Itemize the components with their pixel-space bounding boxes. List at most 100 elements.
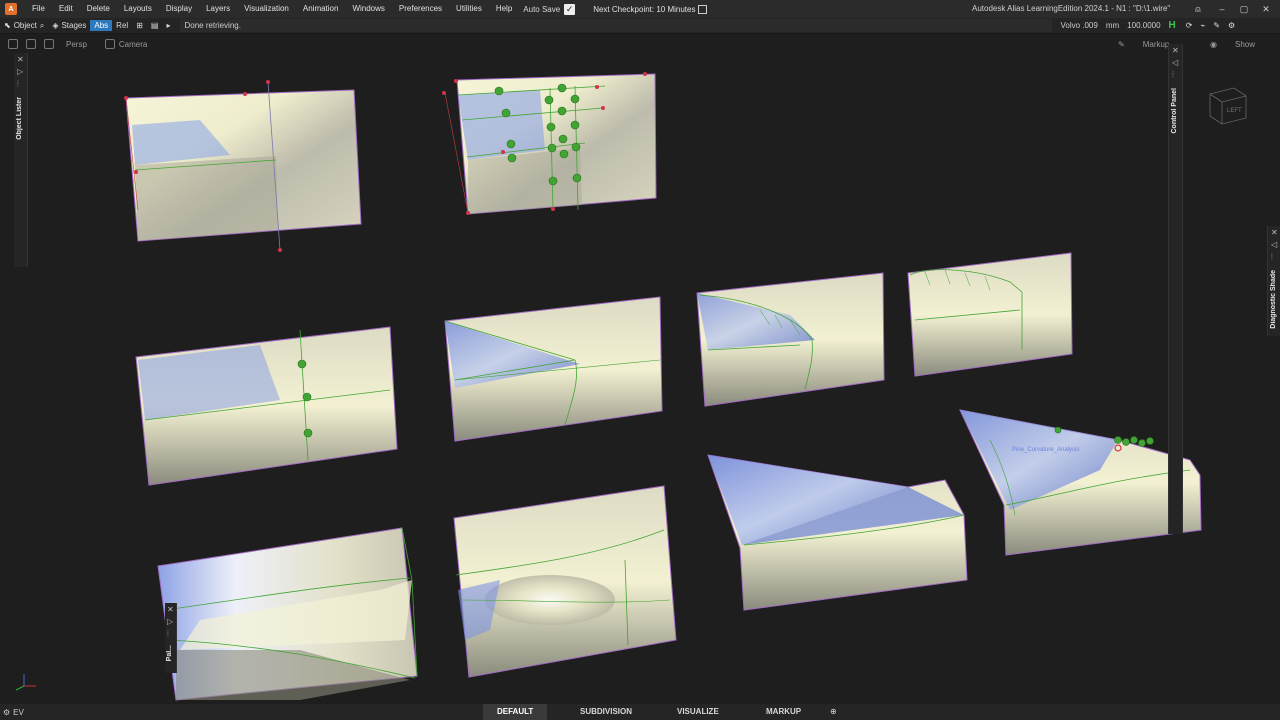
control-panel-title: Control Panel xyxy=(1171,88,1178,134)
menu-animation[interactable]: Animation xyxy=(296,0,346,18)
pick-arrow-icon: ⬉ xyxy=(4,21,11,30)
grip-icon[interactable]: ⦙ xyxy=(17,79,19,89)
menu-visualization[interactable]: Visualization xyxy=(237,0,296,18)
surface-panel-6[interactable] xyxy=(907,252,1073,377)
view-cube[interactable]: LEFT xyxy=(1209,87,1247,125)
surface-analysis-label: Pine_Curvature_Analysis xyxy=(1012,447,1079,453)
diagnostic-shade-title: Diagnostic Shade xyxy=(1270,270,1277,329)
scale-value[interactable]: 100.0000 xyxy=(1127,21,1160,30)
control-panel[interactable]: ✕ ◁ ⦙ Control Panel xyxy=(1168,44,1183,534)
palette-title: Pal... xyxy=(166,645,173,662)
surface-panel-3[interactable] xyxy=(135,326,398,486)
tab-subdivision[interactable]: SUBDIVISION xyxy=(566,704,646,720)
play-icon[interactable]: ▸ xyxy=(162,21,174,30)
settings-icon[interactable]: ⚙ xyxy=(1224,21,1239,30)
menu-file[interactable]: File xyxy=(25,0,52,18)
object-selector[interactable]: ⬉ Object ⌕ xyxy=(0,21,48,31)
surface-panel-9[interactable] xyxy=(707,454,968,611)
minimize-icon[interactable]: – xyxy=(1210,0,1234,18)
close-icon[interactable]: ✕ xyxy=(1172,46,1179,55)
grid-toggle-icon[interactable] xyxy=(26,39,36,49)
window-title: Autodesk Alias LearningEdition 2024.1 - … xyxy=(972,4,1171,13)
modeling-viewport[interactable]: Pine_Curvature_Analysis LEFT xyxy=(0,52,1280,704)
menu-layers[interactable]: Layers xyxy=(199,0,237,18)
surface-panel-2[interactable] xyxy=(442,72,657,215)
checkpoint-indicator[interactable]: Next Checkpoint: 10 Minutes xyxy=(593,4,708,14)
tab-default[interactable]: DEFAULT xyxy=(483,704,548,720)
search-icon[interactable]: ⌕ xyxy=(40,21,44,31)
grip-icon[interactable]: ⦙ xyxy=(1271,252,1273,262)
close-icon[interactable]: ✕ xyxy=(167,605,174,614)
grip-icon[interactable]: ⦙ xyxy=(167,629,169,639)
surface-panel-1[interactable] xyxy=(124,80,362,252)
menu-layouts[interactable]: Layouts xyxy=(117,0,159,18)
expand-icon[interactable]: ▷ xyxy=(167,617,173,626)
surface-panel-10[interactable]: Pine_Curvature_Analysis xyxy=(959,409,1202,556)
grid-icon[interactable]: ⊞ xyxy=(132,21,147,30)
surface-panel-7[interactable] xyxy=(157,527,418,701)
expand-icon[interactable]: ◁ xyxy=(1172,58,1178,67)
snap-curve-icon[interactable]: ⟳ xyxy=(1182,21,1197,30)
menu-windows[interactable]: Windows xyxy=(345,0,391,18)
checkbox-checked-icon[interactable]: ✓ xyxy=(564,3,576,15)
tab-visualize[interactable]: VISUALIZE xyxy=(663,704,733,720)
layout-icon[interactable] xyxy=(44,39,54,49)
menu-edit[interactable]: Edit xyxy=(52,0,80,18)
alias-logo-icon: A xyxy=(5,3,17,15)
stages-icon: ◈ xyxy=(52,21,59,30)
checkpoint-label: Next Checkpoint: 10 Minutes xyxy=(593,4,696,14)
surface-panel-4[interactable] xyxy=(444,296,663,442)
close-icon[interactable]: ✕ xyxy=(1271,228,1278,237)
show-tool[interactable]: ◉ Show xyxy=(1210,36,1255,52)
menu-display[interactable]: Display xyxy=(159,0,199,18)
viewport-header: Persp Camera xyxy=(0,36,1168,52)
eye-icon: ◉ xyxy=(1210,39,1217,49)
menu-delete[interactable]: Delete xyxy=(80,0,117,18)
abs-toggle[interactable]: Abs xyxy=(90,20,113,31)
viewport-axis-triad xyxy=(15,674,36,691)
user-icon[interactable]: ⍝ xyxy=(1186,0,1210,18)
surface-panel-5[interactable] xyxy=(696,272,885,407)
tab-markup[interactable]: MARKUP xyxy=(752,704,815,720)
menu-preferences[interactable]: Preferences xyxy=(392,0,449,18)
markup-tool[interactable]: ✎ Markup xyxy=(1118,36,1169,52)
toolbar: ⬉ Object ⌕ ◈ Stages Abs Rel ⊞ ▤ ▸ Done r… xyxy=(0,18,1280,34)
close-window-icon[interactable]: ✕ xyxy=(1254,0,1278,18)
object-label: Object xyxy=(13,21,37,30)
close-icon[interactable]: ✕ xyxy=(17,55,24,64)
rel-toggle[interactable]: Rel xyxy=(112,20,132,31)
list-icon[interactable]: ▤ xyxy=(147,21,163,30)
show-label: Show xyxy=(1234,39,1255,49)
markup-label: Markup xyxy=(1142,39,1170,49)
stages-button[interactable]: ◈ Stages xyxy=(48,21,90,30)
window-options-icon[interactable] xyxy=(8,39,18,49)
history-icon[interactable]: H xyxy=(1169,20,1176,31)
checkpoint-icon xyxy=(698,4,708,14)
diagnostic-shade-panel[interactable]: ✕ ◁ ⦙ Diagnostic Shade xyxy=(1267,226,1280,336)
ev-gear-icon[interactable]: ⚙ xyxy=(3,708,10,717)
ev-label[interactable]: EV xyxy=(13,708,24,717)
autosave-toggle[interactable]: Auto Save ✓ xyxy=(523,3,576,15)
prompt-line: Done retrieving. xyxy=(180,19,1053,32)
object-lister-title: Object Lister xyxy=(16,97,23,140)
pick-point-icon[interactable]: ✎ xyxy=(1209,21,1224,30)
camera-label[interactable]: Camera xyxy=(119,40,147,49)
pen-icon: ✎ xyxy=(1118,39,1125,49)
stages-label: Stages xyxy=(61,21,87,30)
add-tab-icon[interactable]: ⊕ xyxy=(816,704,851,720)
palette-panel[interactable]: ✕ ▷ ⦙ Pal... xyxy=(165,603,177,673)
object-lister-panel[interactable]: ✕ ▷ ⦙ Object Lister xyxy=(14,53,28,267)
view-cube-face-label: LEFT xyxy=(1227,108,1242,114)
snap-link-icon[interactable]: ⌁ xyxy=(1196,21,1209,30)
expand-icon[interactable]: ◁ xyxy=(1271,240,1277,249)
volume-name: Volvo .009 xyxy=(1060,21,1098,30)
grip-icon[interactable]: ⦙ xyxy=(1172,70,1174,80)
maximize-icon[interactable]: ▢ xyxy=(1232,0,1256,18)
surface-panel-8[interactable] xyxy=(453,485,677,678)
menu-utilities[interactable]: Utilities xyxy=(449,0,489,18)
view-name[interactable]: Persp xyxy=(66,40,87,49)
menu-help[interactable]: Help xyxy=(489,0,519,18)
units-label: mm xyxy=(1105,21,1120,30)
expand-icon[interactable]: ▷ xyxy=(17,67,23,76)
camera-icon[interactable] xyxy=(104,39,115,49)
